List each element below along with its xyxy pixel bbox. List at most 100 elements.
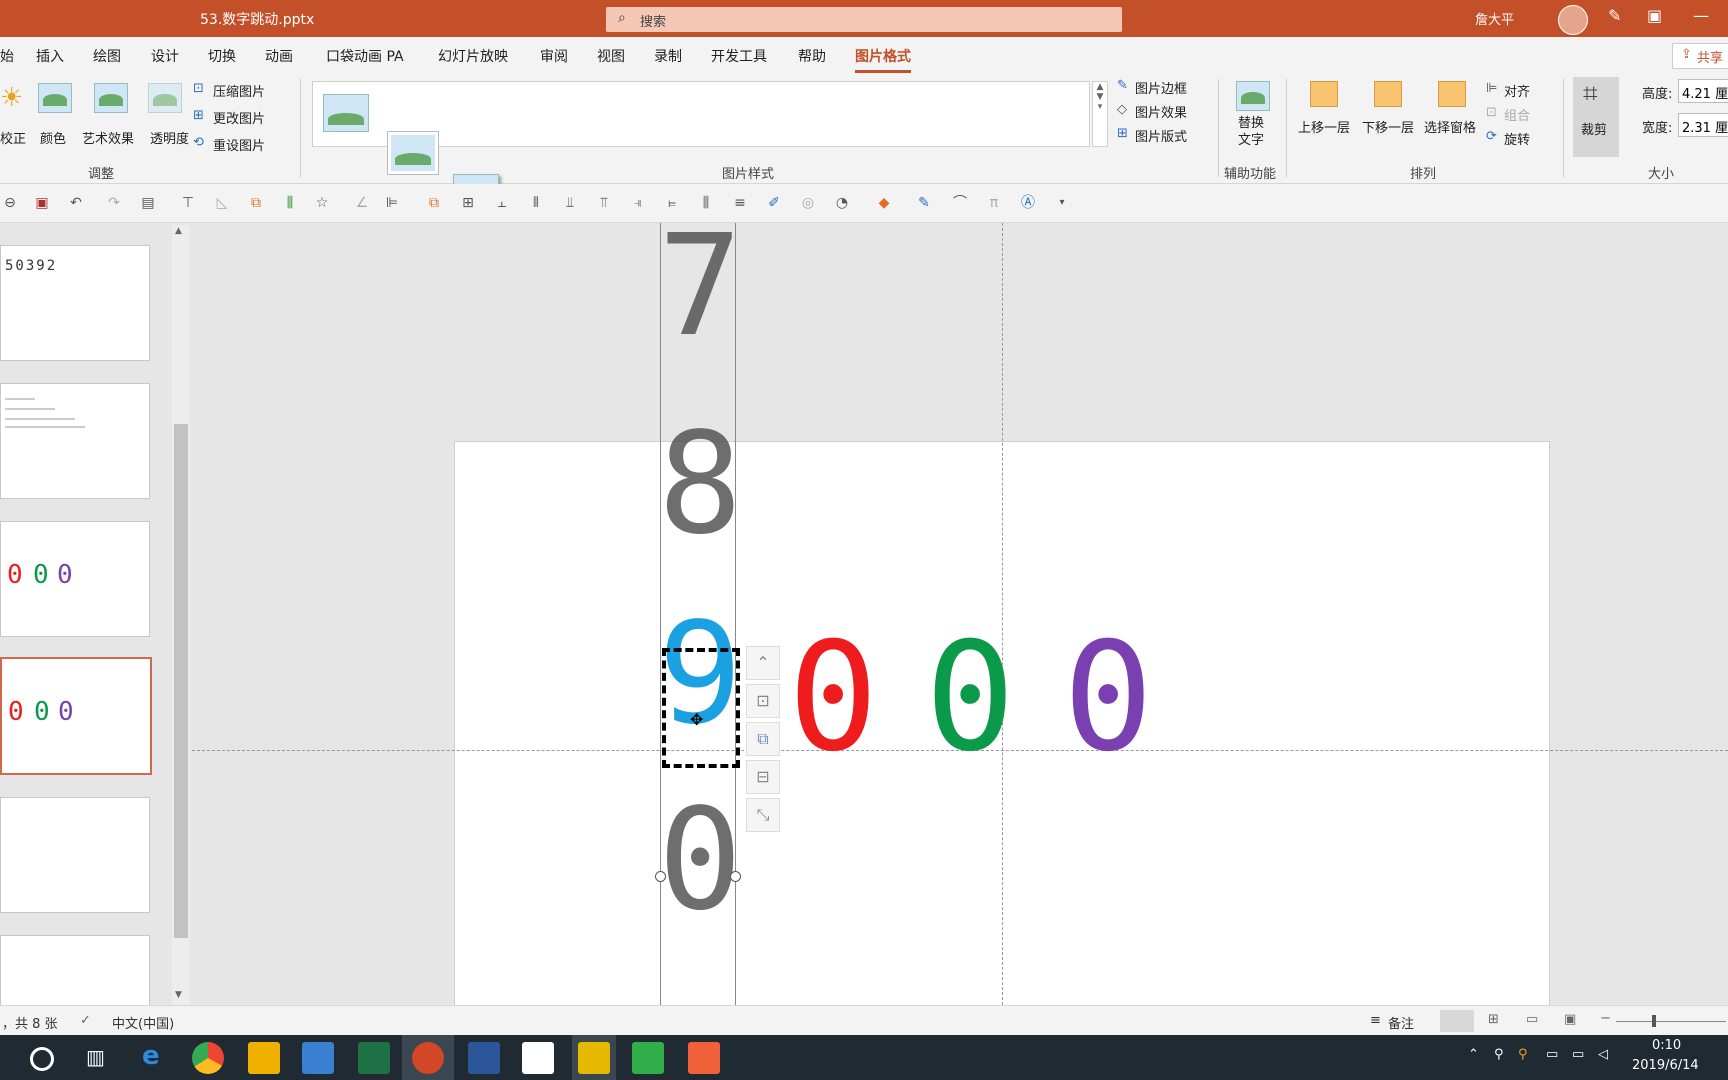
ribbon-display-icon[interactable]: ▣ (1647, 6, 1662, 25)
distribute-h-icon[interactable]: ⫼ (698, 195, 714, 211)
notes-button[interactable]: 备注 (1388, 1013, 1414, 1032)
scrollbar-thumb[interactable] (174, 424, 188, 938)
align-left2-icon[interactable]: ⫢ (664, 195, 680, 211)
powerpoint-taskbar-item[interactable] (402, 1035, 454, 1080)
avatar[interactable] (1558, 5, 1588, 35)
align-left-icon[interactable]: ⊫ (384, 195, 400, 211)
slide-thumbnail-selected[interactable]: 0 0 0 (0, 657, 152, 775)
distribute-v-icon[interactable]: ≡ (732, 195, 748, 211)
fill-color-icon[interactable]: ◆ (876, 195, 892, 211)
app-taskbar-item[interactable] (572, 1035, 616, 1080)
artistic-effects-button[interactable]: 艺术效果 (82, 83, 134, 147)
line-icon[interactable]: ∠ (354, 195, 370, 211)
tab-review[interactable]: 审阅 (540, 46, 568, 66)
tab-insert[interactable]: 插入 (36, 46, 64, 66)
digit-green[interactable]: 0 (925, 611, 1015, 785)
crop-button[interactable]: ⌗ 裁剪 (1573, 77, 1619, 157)
share-button[interactable]: ⇪ 共享 (1672, 43, 1728, 69)
store-icon[interactable] (302, 1042, 334, 1074)
tab-home[interactable]: 始 (0, 46, 14, 66)
layout-options-icon[interactable]: ⊡ (746, 684, 780, 718)
task-view-icon[interactable]: ▥ (86, 1045, 105, 1069)
wrap-icon[interactable]: ⊟ (746, 760, 780, 794)
slide-sorter-icon[interactable]: ⊞ (1488, 1012, 1499, 1027)
send-back-icon[interactable]: ⧉ (746, 722, 780, 756)
slide-canvas[interactable]: 7 8 9 0 ✥ ⌃ ⊡ ⧉ ⊟ ⤡ 0 0 0 (192, 223, 1728, 1005)
language-label[interactable]: 中文(中国) (112, 1013, 174, 1032)
merge-shapes-icon[interactable]: ◎ (800, 195, 816, 211)
zoom-slider-thumb[interactable] (1652, 1015, 1656, 1027)
more-icon[interactable]: ▾ (1093, 102, 1107, 112)
tab-pocket-animation[interactable]: 口袋动画 PA (326, 46, 404, 66)
zoom-out-icon[interactable]: − (1600, 1011, 1611, 1026)
slide-thumbnail[interactable]: 0 0 0 (0, 521, 150, 637)
slide-thumbnail[interactable] (0, 383, 150, 499)
tab-transitions[interactable]: 切换 (208, 46, 236, 66)
ungroup-icon[interactable]: ⊞ (460, 195, 476, 211)
tray-chevron-icon[interactable]: ⌃ (1468, 1047, 1479, 1062)
digit-purple[interactable]: 0 (1063, 611, 1153, 785)
chevron-down-icon[interactable]: ▼ (1093, 92, 1107, 102)
compress-pictures-button[interactable]: 压缩图片 (213, 81, 265, 100)
slideshow-icon[interactable]: ▣ (1564, 1012, 1576, 1027)
freeform-icon[interactable]: ⌒ (952, 195, 968, 211)
transparency-button[interactable]: 透明度 (148, 83, 189, 147)
spellcheck-icon[interactable]: ✓ (80, 1013, 91, 1028)
move-icon[interactable]: ✥ (690, 710, 703, 729)
chevron-up-icon[interactable]: ▲ (1093, 82, 1107, 92)
undo-icon[interactable]: ↶ (68, 195, 84, 211)
search-tray-icon[interactable]: ⚲ (1518, 1047, 1528, 1062)
resize-handle[interactable] (730, 871, 741, 882)
picture-layout-button[interactable]: 图片版式 (1135, 126, 1187, 145)
align-button[interactable]: 对齐 (1504, 81, 1530, 100)
style-thumb[interactable] (323, 94, 369, 132)
edit-shape-icon[interactable]: ◺ (214, 195, 230, 211)
edge-icon[interactable]: e (142, 1041, 160, 1071)
pi-icon[interactable]: π (986, 195, 1002, 211)
customize-toolbar-icon[interactable]: ▾ (1054, 195, 1070, 211)
tab-record[interactable]: 录制 (654, 46, 682, 66)
align-center-icon[interactable]: ⫠ (494, 195, 510, 211)
align-bottom-icon[interactable]: ⫫ (562, 195, 578, 211)
outline-color-icon[interactable]: ✎ (916, 195, 932, 211)
change-picture-button[interactable]: 更改图片 (213, 108, 265, 127)
clip-icon[interactable]: ⚲ (1494, 1047, 1504, 1062)
align-top-icon[interactable]: ⫪ (596, 195, 612, 211)
scroll-down-icon[interactable]: ▼ (175, 990, 182, 1000)
excel-icon[interactable] (358, 1042, 390, 1074)
shape-fill-icon[interactable]: ◔ (834, 195, 850, 211)
rotate-button[interactable]: 旋转 (1504, 129, 1530, 148)
textbox-icon[interactable]: Ⓐ (1020, 195, 1036, 211)
file-explorer-icon[interactable] (248, 1042, 280, 1074)
group-button[interactable]: 组合 (1504, 105, 1530, 124)
chevron-up-icon[interactable]: ⌃ (746, 646, 780, 680)
word-icon[interactable] (468, 1042, 500, 1074)
tab-developer[interactable]: 开发工具 (711, 46, 767, 66)
color-button[interactable]: 颜色 (38, 83, 72, 147)
reset-picture-button[interactable]: 重设图片 (213, 135, 265, 154)
tab-picture-format[interactable]: 图片格式 (855, 46, 911, 73)
align-middle-icon[interactable]: ⫴ (528, 195, 544, 211)
style-thumb[interactable] (388, 132, 438, 174)
chrome-icon[interactable] (192, 1042, 224, 1074)
cortana-icon[interactable] (30, 1047, 54, 1071)
redo-icon[interactable]: ↷ (106, 195, 122, 211)
digit-red[interactable]: 0 (788, 611, 878, 785)
width-input[interactable]: 2.31 厘 (1678, 113, 1728, 137)
alt-text-button[interactable]: 替换 文字 (1236, 81, 1270, 148)
zoom-slider[interactable] (1616, 1021, 1726, 1022)
mail-icon[interactable] (522, 1042, 554, 1074)
search-box[interactable]: ⌕ 搜索 (606, 7, 1122, 32)
distribute-icon[interactable]: ⫼ (282, 195, 298, 211)
shape-icon[interactable]: ⊤ (180, 195, 196, 211)
network-icon[interactable]: ▭ (1572, 1047, 1584, 1062)
normal-view-button[interactable] (1440, 1010, 1474, 1032)
camtasia-icon[interactable] (632, 1042, 664, 1074)
picture-effects-button[interactable]: 图片效果 (1135, 102, 1187, 121)
star-icon[interactable]: ☆ (314, 195, 330, 211)
format-painter-icon[interactable]: ✐ (766, 195, 782, 211)
user-name[interactable]: 詹大平 (1475, 9, 1514, 28)
resize-handle[interactable] (655, 871, 666, 882)
arrange-icon[interactable]: ⧉ (248, 195, 264, 211)
tab-draw[interactable]: 绘图 (93, 46, 121, 66)
